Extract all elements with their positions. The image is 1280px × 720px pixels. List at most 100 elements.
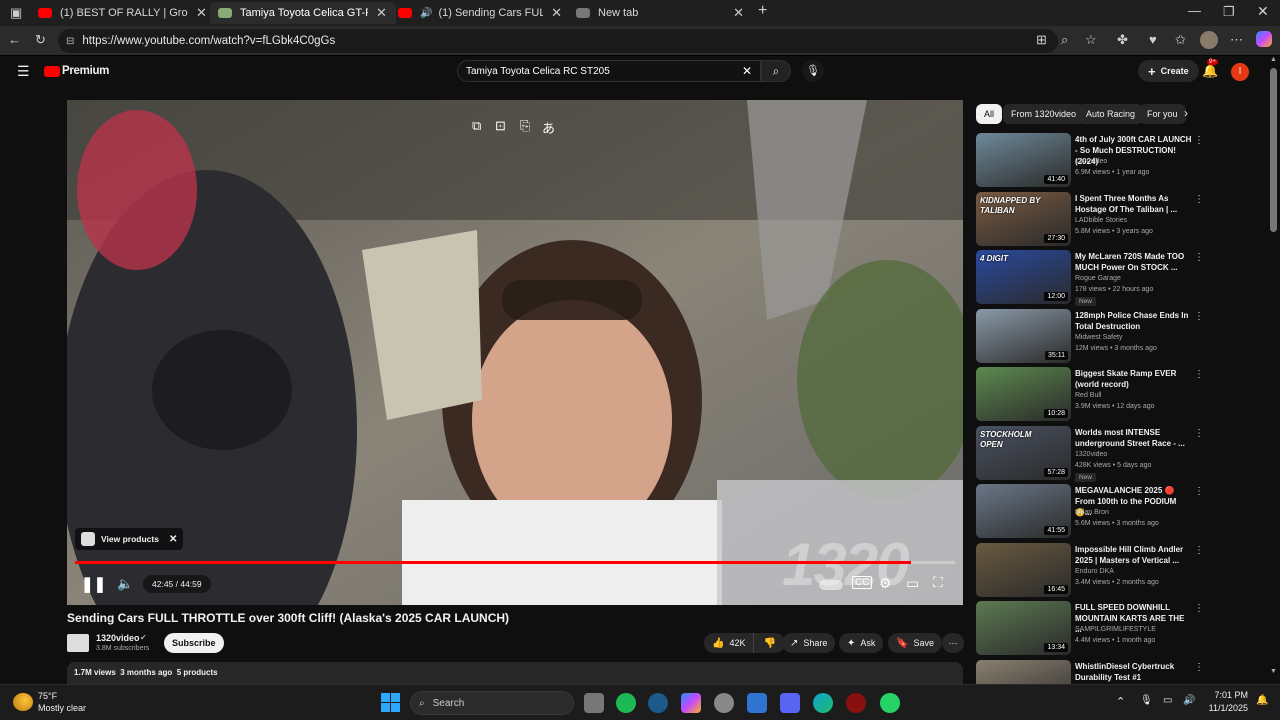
rec-title[interactable]: Biggest Skate Ramp EVER (world record) <box>1075 368 1193 390</box>
edge-icon[interactable] <box>813 693 833 713</box>
avatar[interactable]: I <box>1231 63 1249 81</box>
browser-tab[interactable]: (1) BEST OF RALLY | Group B, Gro ✕ <box>30 2 216 24</box>
video-thumbnail[interactable]: 35:11 <box>976 308 1071 363</box>
video-thumbnail[interactable]: STOCKHOLM OPEN 57:28 <box>976 425 1071 480</box>
more-vert-icon[interactable]: ⋮ <box>1194 662 1204 673</box>
store-icon[interactable] <box>747 693 767 713</box>
copilot-app-icon[interactable] <box>681 693 701 713</box>
video-thumbnail[interactable]: 4 DIGIT 12:00 <box>976 250 1071 304</box>
dislike-button[interactable]: 👎 <box>754 638 784 649</box>
ask-button[interactable]: ✦ Ask <box>839 633 884 653</box>
clock-date[interactable]: 11/1/2025 <box>1198 703 1248 713</box>
weather-desc[interactable]: Mostly clear <box>38 703 86 713</box>
rec-channel[interactable]: Kilian Bron <box>1075 509 1109 516</box>
view-products-button[interactable]: View products ✕ <box>75 528 184 550</box>
more-menu-icon[interactable]: ⋯ <box>1230 32 1243 48</box>
spotify-icon[interactable] <box>616 693 636 713</box>
tab-close-icon[interactable]: ✕ <box>376 5 387 21</box>
rec-channel[interactable]: Enduro DKA <box>1075 568 1114 575</box>
whatsapp-icon[interactable] <box>880 693 900 713</box>
translate-icon[interactable]: あ <box>542 118 555 137</box>
tab-close-icon[interactable]: ✕ <box>551 5 562 21</box>
reload-icon[interactable]: ↻ <box>35 32 46 48</box>
discord-icon[interactable] <box>780 693 800 713</box>
favorite-star-icon[interactable]: ☆ <box>1085 32 1097 48</box>
search-input[interactable]: Tamiya Toyota Celica RC ST205 ✕ <box>457 60 761 82</box>
description-box[interactable]: 1.7M views 3 months ago 5 products <box>67 662 963 684</box>
favorites-icon[interactable]: ✩ <box>1175 32 1186 48</box>
start-windows-icon[interactable] <box>381 693 400 712</box>
channel-avatar[interactable] <box>67 634 89 652</box>
rec-title[interactable]: 128mph Police Chase Ends In Total Destru… <box>1075 310 1193 332</box>
create-button[interactable]: + Create <box>1138 60 1199 82</box>
browser-tab[interactable]: 🔊 (1) Sending Cars FULL THROTT ✕ <box>390 2 570 24</box>
search-button[interactable]: ⌕ <box>761 60 791 82</box>
recommendation-item[interactable]: 35:11 128mph Police Chase Ends In Total D… <box>976 308 1206 363</box>
tray-chevron-icon[interactable]: ⌃ <box>1116 695 1125 708</box>
url-field[interactable]: ⊟ https://www.youtube.com/watch?v=fLGbk4… <box>58 29 1058 53</box>
stw-app-icon[interactable] <box>846 693 866 713</box>
video-thumbnail[interactable]: 16:45 <box>976 542 1071 597</box>
recommendation-item[interactable]: 41:40 4th of July 300ft CAR LAUNCH - So M… <box>976 133 1206 187</box>
rec-channel[interactable]: Midwest Safety <box>1075 334 1122 341</box>
page-scrollbar[interactable]: ▲ ▼ <box>1268 56 1280 684</box>
fullscreen-icon[interactable]: ⛶ <box>933 574 943 591</box>
voice-search-button[interactable]: 🎙 <box>802 60 824 82</box>
tab-close-icon[interactable]: ✕ <box>733 5 744 21</box>
more-vert-icon[interactable]: ⋮ <box>1194 252 1204 263</box>
picture-in-picture-icon[interactable]: ⊡ <box>495 118 506 134</box>
microphone-tray-icon[interactable]: 🎙 <box>1140 695 1153 706</box>
taskbar-search-box[interactable]: ⌕ Search <box>410 691 574 715</box>
audio-playing-icon[interactable]: 🔊 <box>420 8 432 19</box>
browser-tab[interactable]: New tab ✕ <box>568 2 752 24</box>
subscribe-button[interactable]: Subscribe <box>164 633 224 653</box>
share-overlay-icon[interactable]: ⎘ <box>520 118 530 134</box>
scroll-up-arrow-icon[interactable]: ▲ <box>1270 56 1277 63</box>
video-thumbnail[interactable]: 13:34 <box>976 601 1071 655</box>
more-vert-icon[interactable]: ⋮ <box>1194 135 1204 146</box>
save-button[interactable]: 🔖 Save <box>888 633 942 653</box>
channel-name[interactable]: 1320video <box>96 633 140 643</box>
autoplay-toggle[interactable] <box>819 580 843 590</box>
chrome-icon[interactable] <box>714 693 734 713</box>
rec-channel[interactable]: LADbible Stories <box>1075 217 1127 224</box>
hamburger-menu-icon[interactable]: ☰ <box>17 63 30 80</box>
rec-channel[interactable]: SAMPILGRIMLIFESTYLE <box>1075 626 1156 633</box>
more-vert-icon[interactable]: ⋮ <box>1194 428 1204 439</box>
scroll-down-arrow-icon[interactable]: ▼ <box>1270 668 1277 675</box>
rec-title[interactable]: Impossible Hill Climb Andler 2025 | Mast… <box>1075 544 1193 566</box>
zoom-icon[interactable]: ⌕ <box>1061 32 1068 48</box>
video-player[interactable]: ⧉ ⊡ ⎘ あ 1320 View products ✕ ❚❚ 🔈 42:45 … <box>67 100 963 605</box>
rec-title[interactable]: My McLaren 720S Made TOO MUCH Power On S… <box>1075 251 1193 273</box>
more-vert-icon[interactable]: ⋮ <box>1194 369 1204 380</box>
video-thumbnail[interactable]: 41:40 <box>976 133 1071 187</box>
filter-chip[interactable]: All <box>976 104 1003 124</box>
filter-chip[interactable]: From 1320video <box>1003 104 1085 124</box>
notifications-bell-icon[interactable]: 🔔 <box>1202 63 1218 79</box>
more-vert-icon[interactable]: ⋮ <box>1194 311 1204 322</box>
recommendation-item[interactable]: KIDNAPPED BY TALIBAN 27:30 I Spent Three M… <box>976 191 1206 246</box>
recommendation-item[interactable]: 10:28 Biggest Skate Ramp EVER (world reco… <box>976 367 1206 421</box>
rec-channel[interactable]: 1320video <box>1075 158 1107 165</box>
like-button[interactable]: 👍 42K <box>704 633 755 653</box>
volume-tray-icon[interactable]: 🔊 <box>1183 695 1195 706</box>
steam-icon[interactable] <box>648 693 668 713</box>
extensions-icon[interactable]: ✤ <box>1117 32 1128 48</box>
logo-label[interactable]: Premium <box>62 65 109 77</box>
more-vert-icon[interactable]: ⋮ <box>1194 194 1204 205</box>
chips-next-arrow-icon[interactable]: › <box>1184 106 1188 120</box>
pause-icon[interactable]: ❚❚ <box>81 575 106 593</box>
rec-title[interactable]: I Spent Three Months As Hostage Of The T… <box>1075 193 1193 215</box>
miniplayer-icon[interactable]: ⧉ <box>472 118 481 134</box>
new-tab-plus-icon[interactable]: + <box>758 2 767 20</box>
browser-tab[interactable]: Tamiya Toyota Celica GT-Four RC ✕ <box>210 2 396 24</box>
recommendation-item[interactable]: 41:55 MEGAVALANCHE 2025 🔴 From 100th to t… <box>976 484 1206 538</box>
task-view-icon[interactable] <box>584 693 604 713</box>
captions-icon[interactable]: CC <box>852 576 873 589</box>
progress-bar-track[interactable] <box>75 561 955 564</box>
weather-icon[interactable] <box>13 693 33 711</box>
browser-essentials-icon[interactable]: ♥ <box>1149 32 1157 47</box>
video-thumbnail[interactable]: 10:28 <box>976 367 1071 421</box>
settings-gear-icon[interactable]: ⚙ <box>879 575 892 592</box>
back-arrow-icon[interactable]: ← <box>8 32 21 47</box>
